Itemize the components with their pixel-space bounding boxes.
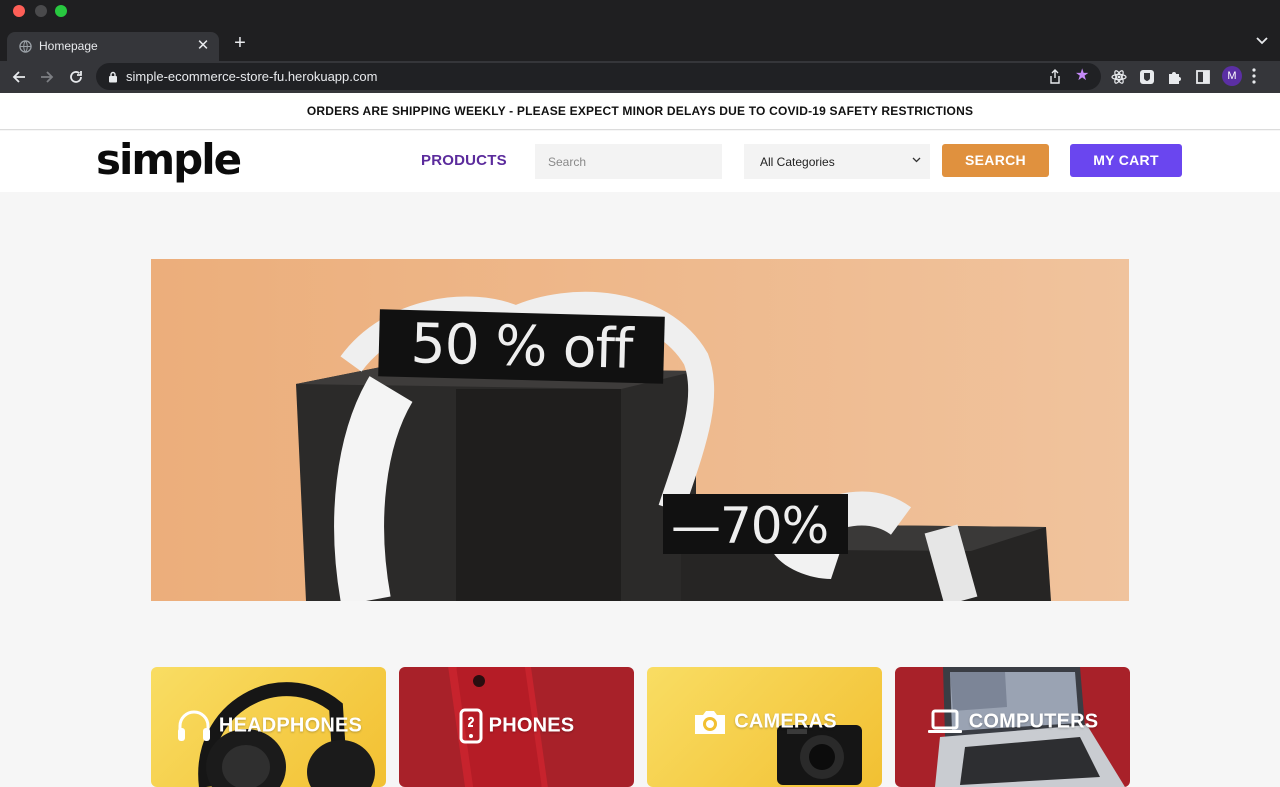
globe-icon <box>19 40 32 53</box>
lock-icon[interactable] <box>108 71 118 83</box>
category-label: HEADPHONES <box>151 708 386 744</box>
address-bar[interactable]: simple-ecommerce-store-fu.herokuapp.com … <box>96 63 1101 90</box>
new-tab-button[interactable]: + <box>231 33 249 53</box>
search-input[interactable] <box>535 144 722 179</box>
category-label: CAMERAS <box>647 708 882 736</box>
reload-icon[interactable] <box>67 68 85 86</box>
site-logo[interactable]: simple <box>96 135 242 185</box>
category-card-phones[interactable]: PHONES <box>399 667 634 787</box>
zoom-window-button[interactable] <box>55 5 67 17</box>
search-button[interactable]: SEARCH <box>942 144 1049 177</box>
more-options-icon[interactable] <box>1252 68 1256 84</box>
profile-avatar[interactable]: M <box>1222 66 1242 86</box>
react-devtools-icon[interactable] <box>1110 68 1128 86</box>
tab-title: Homepage <box>39 39 98 53</box>
browser-toolbar: simple-ecommerce-store-fu.herokuapp.com … <box>0 61 1280 93</box>
url-text: simple-ecommerce-store-fu.herokuapp.com <box>126 69 378 84</box>
category-card-computers[interactable]: COMPUTERS <box>895 667 1130 787</box>
close-tab-icon[interactable]: ✕ <box>195 36 211 56</box>
window-titlebar <box>0 0 1280 24</box>
phone-icon <box>459 708 483 744</box>
headphones-icon <box>177 710 210 741</box>
extensions-puzzle-icon[interactable] <box>1166 68 1184 86</box>
browser-tab[interactable]: Homepage ✕ <box>7 32 219 61</box>
side-panel-icon[interactable] <box>1194 68 1212 86</box>
camera-icon <box>695 711 726 734</box>
share-icon[interactable] <box>1049 69 1061 84</box>
password-manager-shield-icon[interactable] <box>1138 68 1156 86</box>
forward-icon[interactable] <box>38 68 56 86</box>
tab-strip: Homepage ✕ + <box>0 24 1280 61</box>
category-card-cameras[interactable]: CAMERAS <box>647 667 882 787</box>
category-card-headphones[interactable]: HEADPHONES <box>151 667 386 787</box>
category-label: COMPUTERS <box>895 708 1130 736</box>
close-window-button[interactable] <box>13 5 25 17</box>
hero-tag-70-percent: —70% <box>663 494 848 554</box>
nav-products-link[interactable]: PRODUCTS <box>421 152 507 169</box>
hero-gift-boxes-image <box>151 259 1129 601</box>
hero-banner[interactable]: 50 % off —70% <box>151 259 1129 601</box>
hero-tag-50-percent: 50 % off <box>378 309 665 384</box>
site-header: simple PRODUCTS All Categories SEARCH MY… <box>0 131 1280 192</box>
minimize-window-button[interactable] <box>35 5 47 17</box>
chevron-down-icon <box>912 157 921 163</box>
bookmark-star-icon[interactable]: ★ <box>1075 67 1089 85</box>
category-label: PHONES <box>399 708 634 744</box>
category-select[interactable]: All Categories <box>744 144 930 179</box>
back-icon[interactable] <box>10 68 28 86</box>
my-cart-button[interactable]: MY CART <box>1070 144 1182 177</box>
laptop-icon <box>927 709 962 733</box>
category-selected-value: All Categories <box>760 155 835 169</box>
announcement-banner: ORDERS ARE SHIPPING WEEKLY - PLEASE EXPE… <box>0 93 1280 130</box>
chevron-down-icon[interactable] <box>1256 37 1268 45</box>
